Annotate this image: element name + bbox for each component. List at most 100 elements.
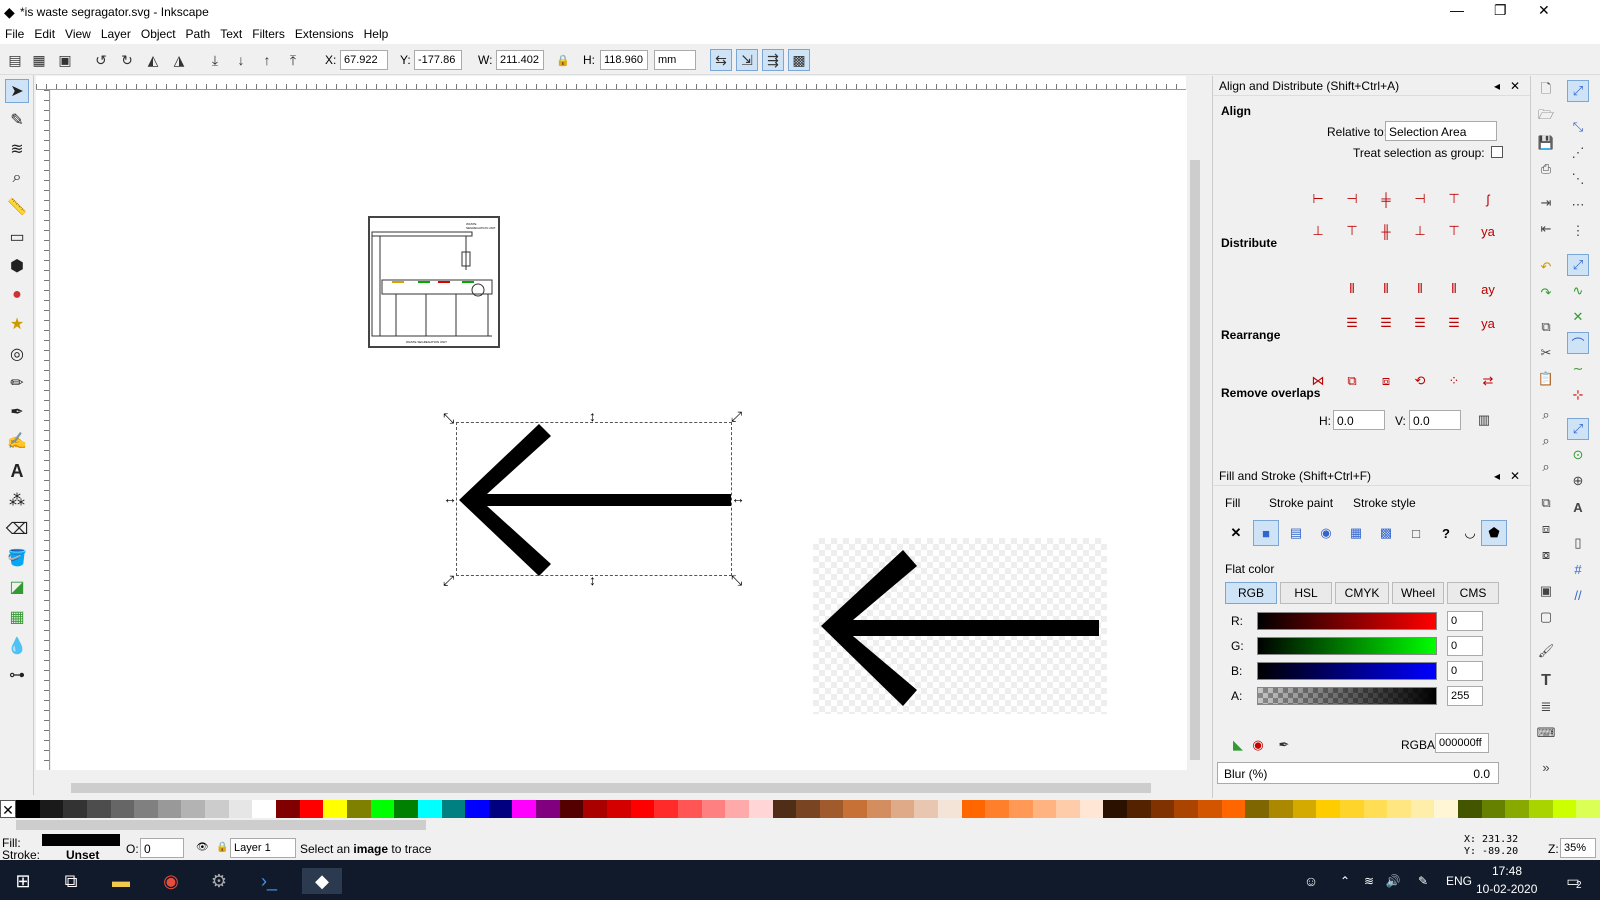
fill-stroke-dialog-icon[interactable]: 🖌: [1535, 640, 1557, 662]
snap-bbox-edges-icon[interactable]: ⋰: [1567, 142, 1589, 164]
palette-swatch[interactable]: [1245, 800, 1269, 818]
mode-hsl[interactable]: HSL: [1280, 582, 1332, 604]
swatch-icon[interactable]: □: [1403, 520, 1429, 546]
distribute-button[interactable]: ay: [1475, 276, 1501, 302]
palette-swatch[interactable]: [417, 800, 442, 818]
palette-swatch[interactable]: [1292, 800, 1317, 818]
palette-swatch[interactable]: [748, 800, 773, 818]
pencil-tool-icon[interactable]: ✏: [5, 371, 29, 395]
notifications-icon[interactable]: ▭: [1560, 868, 1586, 894]
snap-intersections-icon[interactable]: ✕: [1567, 306, 1589, 328]
horizontal-scrollbar[interactable]: [51, 780, 1187, 796]
zoom-drawing-icon[interactable]: ⌕: [1535, 430, 1557, 452]
text-font-dialog-icon[interactable]: T: [1535, 670, 1557, 692]
palette-swatch[interactable]: [914, 800, 938, 818]
rearrange-button[interactable]: ⟲: [1407, 368, 1433, 394]
snap-cusp-icon[interactable]: ⌒: [1567, 332, 1589, 354]
waste-segregator-drawing[interactable]: WASTE SEGREGATION UNIT WASTE SEGREGATION…: [368, 216, 500, 348]
r-input[interactable]: 0: [1447, 611, 1483, 631]
a-input[interactable]: 255: [1447, 686, 1483, 706]
pen-tool-icon[interactable]: ✒: [5, 400, 29, 424]
lock-icon[interactable]: 🔒: [552, 49, 574, 71]
opacity-input[interactable]: 0: [140, 838, 184, 858]
resize-handle-nw[interactable]: ⤡: [443, 410, 454, 427]
snap-rotation-center-icon[interactable]: ⊕: [1567, 470, 1589, 492]
palette-swatch[interactable]: [16, 800, 40, 818]
palette-swatch[interactable]: [441, 800, 466, 818]
align-button[interactable]: ⊣: [1407, 186, 1433, 212]
palette-swatch[interactable]: [536, 800, 560, 818]
rearrange-button[interactable]: ⧉: [1339, 368, 1365, 394]
palette-swatch[interactable]: [559, 800, 584, 818]
rgba-input[interactable]: 000000ff: [1435, 733, 1489, 753]
align-button[interactable]: ⊥: [1305, 218, 1331, 244]
file-explorer-icon[interactable]: ▬: [108, 868, 134, 894]
selected-arrow[interactable]: [451, 420, 741, 580]
distribute-button[interactable]: ⫴: [1339, 276, 1365, 302]
snap-toggle-icon[interactable]: ⤢: [1567, 80, 1589, 102]
select-all-layers-icon[interactable]: ▦: [28, 49, 50, 71]
palette-swatch[interactable]: [937, 800, 962, 818]
palette-swatch[interactable]: [1032, 800, 1057, 818]
menu-filters[interactable]: Filters: [247, 24, 290, 44]
palette-swatch[interactable]: [465, 800, 489, 818]
ellipse-tool-icon[interactable]: ●: [5, 283, 29, 307]
select-all-icon[interactable]: ▤: [4, 49, 26, 71]
snap-bbox-centers-icon[interactable]: ⋮: [1567, 220, 1589, 242]
vertical-scroll-thumb[interactable]: [1190, 160, 1200, 760]
palette-swatch[interactable]: [1103, 800, 1128, 818]
resize-handle-sw[interactable]: ⤢: [443, 572, 454, 589]
palette-swatch[interactable]: [1268, 800, 1293, 818]
paint-bucket-tool-icon[interactable]: 🪣: [5, 546, 29, 570]
align-button[interactable]: ╫: [1373, 218, 1399, 244]
resize-handle-se[interactable]: ⤡: [731, 572, 742, 589]
palette-swatch[interactable]: [1410, 800, 1435, 818]
new-document-icon[interactable]: 🗋: [1535, 80, 1557, 102]
palette-swatch[interactable]: [1221, 800, 1246, 818]
palette-swatch[interactable]: [796, 800, 820, 818]
unit-select[interactable]: mm: [654, 50, 696, 70]
raise-icon[interactable]: ↑: [256, 49, 278, 71]
mode-rgb[interactable]: RGB: [1225, 582, 1277, 604]
mode-cms[interactable]: CMS: [1447, 582, 1499, 604]
volume-icon[interactable]: 🔊: [1380, 868, 1406, 894]
task-view-icon[interactable]: ⧉: [58, 868, 84, 894]
color-picker-icon[interactable]: ✒: [1271, 732, 1297, 758]
palette-swatch[interactable]: [110, 800, 135, 818]
rearrange-button[interactable]: ⁘: [1441, 368, 1467, 394]
align-button[interactable]: ╪: [1373, 186, 1399, 212]
align-button[interactable]: ⊣: [1339, 186, 1365, 212]
relative-to-select[interactable]: Selection Area: [1385, 121, 1497, 141]
r-slider[interactable]: [1257, 612, 1437, 630]
snap-bbox-corners-icon[interactable]: ⋱: [1567, 168, 1589, 190]
snap-others-icon[interactable]: ⤢: [1567, 418, 1589, 440]
fill-rule-evenodd-icon[interactable]: ◡: [1457, 520, 1483, 546]
palette-swatch[interactable]: [323, 800, 347, 818]
no-color-swatch[interactable]: ✕: [0, 800, 16, 818]
palette-swatch[interactable]: [181, 800, 206, 818]
palette-swatch[interactable]: [701, 800, 726, 818]
resize-handle-s[interactable]: ↕: [589, 572, 596, 588]
redo-icon[interactable]: ↷: [1535, 282, 1557, 304]
h-input[interactable]: 118.960: [600, 50, 648, 70]
paste-icon[interactable]: 📋: [1535, 368, 1557, 390]
snap-nodes-icon[interactable]: ⤢: [1567, 254, 1589, 276]
palette-swatch[interactable]: [39, 800, 64, 818]
menu-layer[interactable]: Layer: [96, 24, 136, 44]
tab-stroke-style[interactable]: Stroke style: [1353, 496, 1416, 510]
more-commands-icon[interactable]: »: [1535, 756, 1557, 778]
no-paint-icon[interactable]: ✕: [1223, 520, 1249, 546]
g-slider[interactable]: [1257, 637, 1437, 655]
snap-bbox-midpoints-icon[interactable]: ⋯: [1567, 194, 1589, 216]
duplicate-icon[interactable]: ⧉: [1535, 492, 1557, 514]
resize-handle-e[interactable]: ↔: [731, 490, 745, 506]
deselect-icon[interactable]: ▣: [54, 49, 76, 71]
vertical-scrollbar[interactable]: [1187, 90, 1203, 780]
windows-start-icon[interactable]: ⊞: [10, 868, 36, 894]
menu-view[interactable]: View: [60, 24, 96, 44]
palette-swatch[interactable]: [299, 800, 324, 818]
print-icon[interactable]: ⎙: [1535, 158, 1557, 180]
palette-swatch[interactable]: [961, 800, 986, 818]
palette-swatch[interactable]: [890, 800, 915, 818]
transform-gradients-icon[interactable]: ⇶: [762, 49, 784, 71]
